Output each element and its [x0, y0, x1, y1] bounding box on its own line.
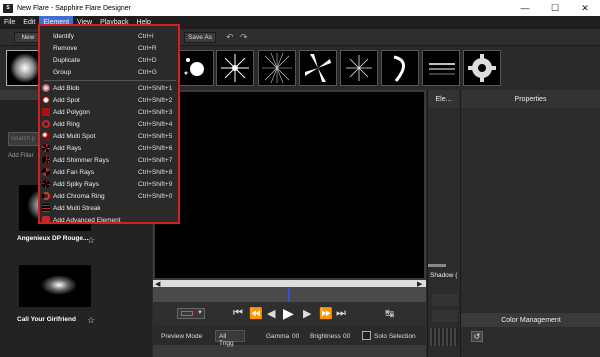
shadow-field[interactable] [432, 310, 458, 322]
preview-mode-label: Preview Mode [161, 333, 203, 340]
advanced-element-icon [42, 216, 50, 224]
favorite-star-icon[interactable]: ☆ [87, 235, 95, 246]
preset-thumb-multi-spot[interactable] [176, 50, 214, 86]
menu-item-identify[interactable]: Identify Ctrl+I [40, 30, 178, 42]
shadow-field[interactable] [432, 294, 458, 306]
preset-thumb-shimmer-rays[interactable] [258, 50, 296, 86]
preset-thumb-advanced-element[interactable] [463, 50, 501, 86]
gamma-value[interactable]: 00 [292, 333, 299, 340]
title-bar: S New Flare - Sapphire Flare Designer — … [0, 0, 600, 16]
element-menu-dropdown: Identify Ctrl+I Remove Ctrl+R Duplicate Ctr… [38, 24, 180, 224]
timeline[interactable]: ◀ ▶ [153, 280, 426, 302]
preset-thumb-rays[interactable] [216, 50, 254, 86]
range-end-handle-icon[interactable]: ▶ [417, 280, 422, 288]
redo-icon[interactable]: ↷ [240, 32, 248, 43]
brightness-value[interactable]: 00 [343, 333, 350, 340]
preset-name-1[interactable]: Angenieux DP Rouge... [17, 235, 88, 242]
color-swatch [181, 311, 193, 316]
save-as-button[interactable]: Save As [184, 32, 216, 43]
minimize-icon[interactable]: — [510, 0, 540, 16]
menu-item-add-advanced-element[interactable]: Add Advanced Element [40, 214, 178, 226]
layer-strip[interactable] [430, 328, 458, 346]
menu-item-add-blob[interactable]: Add Blob Ctrl+Shift+1 [40, 82, 178, 94]
menu-file[interactable]: File [0, 16, 19, 29]
menu-item-remove[interactable]: Remove Ctrl+R [40, 42, 178, 54]
window-title: New Flare - Sapphire Flare Designer [17, 4, 131, 12]
menu-item-add-spot[interactable]: Add Spot Ctrl+Shift+2 [40, 94, 178, 106]
menu-item-add-multi-streak[interactable]: Add Multi Streak [40, 202, 178, 214]
menu-item-group[interactable]: Group Ctrl+G [40, 66, 178, 78]
properties-title: Properties [461, 90, 600, 108]
timeline-range-bar[interactable] [153, 280, 426, 287]
viewer-status-bar: Preview Mode All Trigg Gamma 00 Brightne… [153, 327, 426, 347]
rays-icon [42, 144, 50, 152]
flare-canvas[interactable] [155, 92, 424, 278]
add-filter-link[interactable]: Add Filter [8, 153, 34, 159]
multi-spot-icon [42, 132, 50, 140]
close-icon[interactable]: ✕ [570, 0, 600, 16]
layer-color-select[interactable]: ▼ [177, 308, 205, 319]
preset-name-2[interactable]: Call Your Girlfriend [17, 316, 76, 323]
menu-item-add-fan-rays[interactable]: Add Fan Rays Ctrl+Shift+8 [40, 166, 178, 178]
fast-forward-icon[interactable]: ⏩ [319, 307, 333, 320]
panel-divider-handle[interactable] [428, 264, 446, 267]
blob-icon [42, 84, 50, 92]
spot-icon [42, 96, 50, 104]
menu-item-add-ring[interactable]: Add Ring Ctrl+Shift+4 [40, 118, 178, 130]
preview-mode-select[interactable]: All Trigg [215, 330, 245, 347]
fan-rays-icon [42, 168, 50, 176]
preset-thumb-chroma-ring[interactable] [381, 50, 419, 86]
menu-item-add-shimmer-rays[interactable]: Add Shimmer Rays Ctrl+Shift+7 [40, 154, 178, 166]
preset-thumb-spiky-rays[interactable] [340, 50, 378, 86]
step-back-icon[interactable]: ◀ [267, 307, 275, 320]
skip-end-icon[interactable]: ⏭ [336, 307, 346, 320]
menu-item-add-polygon[interactable]: Add Polygon Ctrl+Shift+3 [40, 106, 178, 118]
element-panel-title: Ele... [428, 90, 459, 108]
playhead[interactable] [288, 287, 290, 302]
app-logo-icon: S [3, 3, 13, 13]
shimmer-rays-icon [42, 156, 50, 164]
skip-start-icon[interactable]: ⏮ [233, 307, 243, 320]
rewind-icon[interactable]: ⏪ [249, 307, 263, 320]
solo-selection-label: Solo Selection [374, 333, 416, 340]
menu-separator [44, 80, 176, 81]
reset-icon[interactable]: ↺ [471, 331, 483, 342]
menu-item-add-spiky-rays[interactable]: Add Spiky Rays Ctrl+Shift+9 [40, 178, 178, 190]
brightness-label: Brightness [310, 333, 341, 340]
loop-icon[interactable]: ↹ [385, 307, 394, 320]
chevron-down-icon: ▼ [197, 310, 203, 316]
menu-item-add-chroma-ring[interactable]: Add Chroma Ring Ctrl+Shift+0 [40, 190, 178, 202]
preset-image-2[interactable] [19, 265, 91, 307]
spiky-rays-icon [42, 180, 50, 188]
menu-edit[interactable]: Edit [19, 16, 39, 29]
favorite-star-icon[interactable]: ☆ [87, 315, 95, 326]
transport-controls: ▼ ⏮ ⏪ ◀ ▶ ▶ ⏩ ⏭ ↹ [153, 302, 426, 327]
chroma-ring-icon [42, 192, 50, 200]
solo-selection-checkbox[interactable] [362, 331, 371, 340]
play-icon[interactable]: ▶ [283, 305, 294, 322]
menu-item-add-rays[interactable]: Add Rays Ctrl+Shift+6 [40, 142, 178, 154]
properties-panel: Properties Color Management ↺ [460, 90, 600, 357]
menu-item-add-multi-spot[interactable]: Add Multi Spot Ctrl+Shift+5 [40, 130, 178, 142]
preset-thumb-fan-rays[interactable] [299, 50, 337, 86]
step-forward-icon[interactable]: ▶ [303, 307, 311, 320]
preset-thumb-multi-streak[interactable] [422, 50, 460, 86]
shadow-label: Shadow ( [430, 272, 458, 279]
element-panel: Ele... Shadow ( [427, 90, 459, 357]
multi-streak-icon [42, 204, 50, 212]
color-management-header[interactable]: Color Management [461, 313, 600, 327]
ring-icon [42, 120, 50, 128]
menu-item-duplicate[interactable]: Duplicate Ctrl+D [40, 54, 178, 66]
maximize-icon[interactable]: ☐ [540, 0, 570, 16]
range-start-handle-icon[interactable]: ◀ [155, 280, 160, 288]
undo-icon[interactable]: ↶ [226, 32, 234, 43]
gamma-label: Gamma [266, 333, 290, 340]
polygon-icon [42, 108, 50, 116]
